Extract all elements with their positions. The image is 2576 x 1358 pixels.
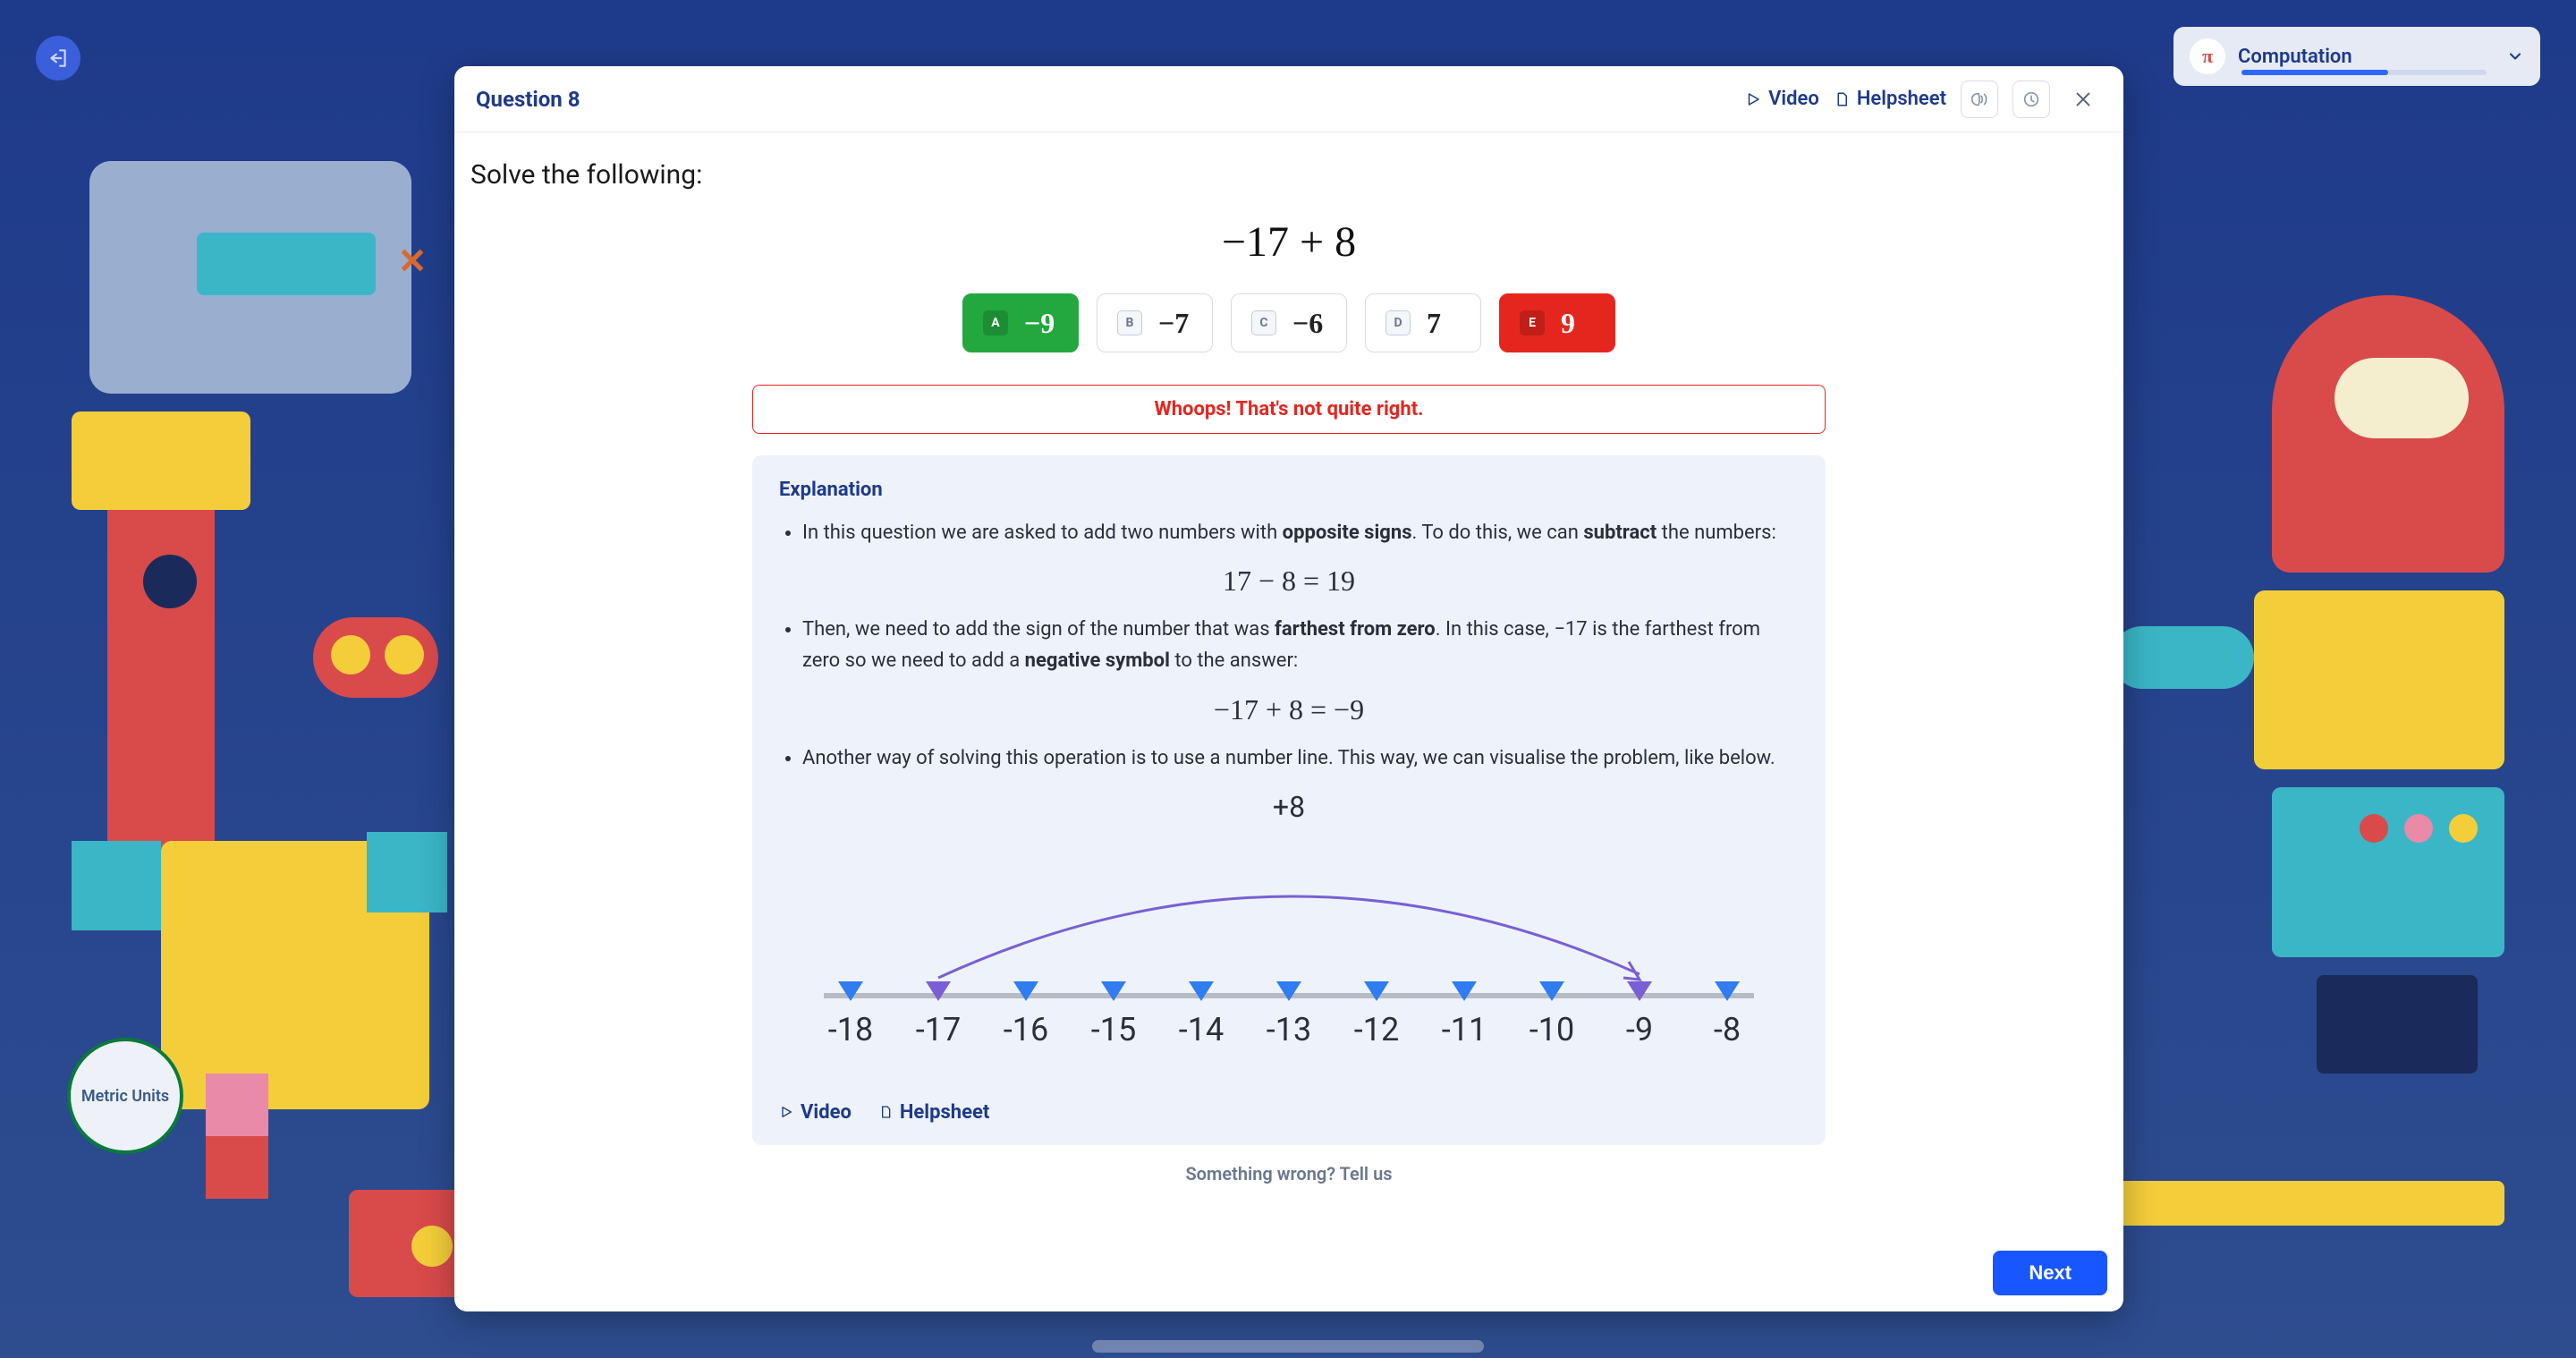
choice-a[interactable]: A −9 [962, 293, 1079, 352]
topic-progress [2241, 70, 2487, 75]
explanation-links: Video Helpsheet [779, 1101, 1799, 1124]
choice-value: −7 [1158, 307, 1189, 340]
play-icon [1745, 91, 1761, 107]
number-line: +8 -18 -17 -16 -15 -14 -13 -12 -11 -10 -9 -8 [779, 790, 1799, 1094]
topic-pill[interactable]: π Computation [2174, 27, 2540, 86]
document-icon [878, 1104, 893, 1120]
explanation-step-2: Then, we need to add the sign of the num… [802, 614, 1799, 676]
question-modal: Question 8 Video Helpsheet [454, 66, 2123, 1311]
choice-value: −6 [1292, 307, 1323, 340]
metric-units-label: Metric Units [81, 1087, 169, 1106]
video-link-label: Video [1768, 88, 1819, 110]
metric-units-node[interactable]: Metric Units [67, 1038, 183, 1154]
exit-icon [47, 47, 70, 70]
exit-button[interactable] [36, 36, 80, 81]
question-expression: −17 + 8 [470, 217, 2107, 267]
close-icon [2073, 89, 2093, 109]
question-number: Question 8 [476, 87, 1731, 112]
choice-c[interactable]: C −6 [1231, 293, 1347, 352]
choice-letter: A [983, 310, 1008, 335]
choice-letter: C [1251, 310, 1276, 335]
next-button[interactable]: Next [1993, 1251, 2107, 1295]
svg-text:-12: -12 [1354, 1011, 1399, 1048]
svg-text:-15: -15 [1091, 1011, 1136, 1048]
feedback-banner: Whoops! That's not quite right. [752, 385, 1826, 434]
explanation-panel: Explanation In this question we are aske… [752, 455, 1826, 1145]
helpsheet-link[interactable]: Helpsheet [1834, 88, 1946, 110]
play-icon [779, 1105, 793, 1119]
horizontal-scrollbar[interactable] [1092, 1340, 1484, 1353]
svg-text:-13: -13 [1267, 1011, 1311, 1048]
choice-letter: B [1117, 310, 1142, 335]
document-icon [1834, 90, 1850, 108]
math-eq-2: −17 + 8 = −9 [779, 693, 1799, 726]
helpsheet-link-label: Helpsheet [1857, 88, 1946, 110]
choice-letter: E [1520, 310, 1545, 335]
explanation-video-link[interactable]: Video [779, 1101, 852, 1124]
modal-body: Solve the following: −17 + 8 A −9 B −7 C −6 D7… [454, 132, 2123, 1311]
svg-text:-10: -10 [1530, 1011, 1574, 1048]
choice-e[interactable]: E9 [1499, 293, 1615, 352]
report-link[interactable]: Something wrong? Tell us [470, 1163, 2107, 1184]
svg-text:-17: -17 [916, 1011, 961, 1048]
chevron-down-icon [2506, 47, 2524, 65]
clock-icon [2021, 89, 2041, 109]
explanation-step-1: In this question we are asked to add two… [802, 517, 1799, 548]
svg-text:-8: -8 [1714, 1011, 1741, 1048]
info-button[interactable] [2012, 81, 2050, 118]
explanation-step-3: Another way of solving this operation is… [802, 743, 1799, 774]
read-aloud-button[interactable] [1961, 81, 1998, 118]
choice-value: −9 [1024, 307, 1055, 340]
svg-text:-11: -11 [1442, 1011, 1487, 1048]
svg-text:+8: +8 [1273, 790, 1305, 824]
question-prompt: Solve the following: [470, 159, 2107, 191]
topic-label: Computation [2238, 46, 2494, 68]
explanation-title: Explanation [779, 479, 1799, 501]
pi-icon: π [2190, 38, 2225, 74]
choice-letter: D [1385, 310, 1411, 335]
svg-text:-16: -16 [1004, 1011, 1048, 1048]
explanation-helpsheet-link[interactable]: Helpsheet [878, 1101, 989, 1124]
modal-header: Question 8 Video Helpsheet [454, 66, 2123, 132]
close-button[interactable] [2064, 81, 2102, 118]
read-aloud-icon [1970, 89, 1989, 109]
choice-value: 9 [1561, 307, 1575, 340]
choice-value: 7 [1427, 307, 1441, 340]
app-background: π Computation Metric Units Question 8 Vi… [0, 0, 2576, 1358]
svg-text:-9: -9 [1626, 1011, 1653, 1048]
choice-d[interactable]: D7 [1365, 293, 1481, 352]
video-link[interactable]: Video [1745, 88, 1819, 110]
bg-illustration-right [2093, 107, 2522, 1322]
math-eq-1: 17 − 8 = 19 [779, 564, 1799, 598]
choice-b[interactable]: B −7 [1097, 293, 1213, 352]
svg-text:-18: -18 [828, 1011, 873, 1048]
answer-choices: A −9 B −7 C −6 D7 E9 [470, 293, 2107, 352]
svg-text:-14: -14 [1179, 1011, 1224, 1048]
